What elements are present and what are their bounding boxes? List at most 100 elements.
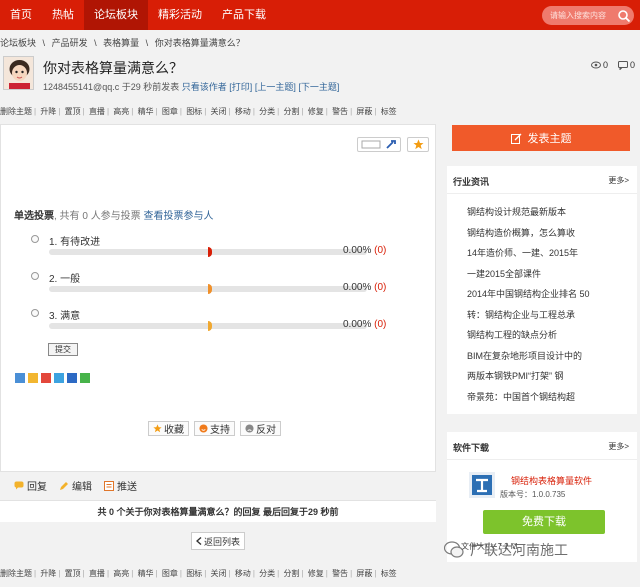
mod-live[interactable]: 直播 — [89, 107, 105, 116]
share-weibo-icon[interactable] — [41, 373, 51, 383]
more-link[interactable]: 更多> — [608, 175, 629, 186]
news-item[interactable]: 钢结构造价概算，怎么算收 — [447, 223, 637, 244]
nav-hot[interactable]: 热帖 — [42, 0, 84, 30]
admin-tools-button[interactable] — [357, 137, 401, 152]
crumb-forum[interactable]: 论坛板块 — [0, 38, 36, 48]
mod-delete[interactable]: 删除主题 — [0, 569, 32, 578]
mod-category[interactable]: 分类 — [259, 569, 275, 578]
favorite-star-button[interactable] — [407, 137, 429, 152]
view-voters-link[interactable]: 查看投票参与人 — [143, 211, 213, 222]
mod-split[interactable]: 分割 — [283, 107, 299, 116]
mod-close[interactable]: 关闭 — [211, 107, 227, 116]
favorite-button[interactable]: 收藏 — [148, 421, 189, 436]
mod-sticky[interactable]: 置顶 — [65, 107, 81, 116]
news-item[interactable]: 帝景苑：中国首个钢结构超 — [447, 387, 637, 408]
poll-radio[interactable] — [31, 309, 39, 317]
edit-label: 编辑 — [72, 482, 92, 493]
more-link[interactable]: 更多> — [608, 441, 629, 452]
compose-icon — [510, 133, 521, 144]
mod-icon[interactable]: 图标 — [186, 569, 202, 578]
mod-icon[interactable]: 图标 — [186, 107, 202, 116]
reply-link[interactable]: 回复 — [14, 478, 47, 493]
search-icon[interactable] — [617, 9, 631, 23]
news-item[interactable]: 一建2015全部课件 — [447, 264, 637, 285]
poll-pct-text: 0.00% — [343, 282, 372, 293]
mod-sep: | — [374, 569, 377, 578]
mod-bump[interactable]: 升降 — [40, 569, 56, 578]
mod-sep: | — [301, 569, 304, 578]
reply-label: 回复 — [27, 482, 47, 493]
publish-thread-button[interactable]: 发表主题 — [452, 125, 630, 151]
next-thread-link[interactable]: [下一主题] — [298, 82, 339, 92]
nav-forum[interactable]: 论坛板块 — [84, 0, 148, 30]
edit-link[interactable]: 编辑 — [59, 478, 92, 493]
nav-events[interactable]: 精彩活动 — [148, 0, 212, 30]
mod-digest[interactable]: 精华 — [138, 569, 154, 578]
mod-repair[interactable]: 修复 — [308, 107, 324, 116]
poll-count: 0 — [82, 211, 88, 222]
mod-live[interactable]: 直播 — [89, 569, 105, 578]
mod-repair[interactable]: 修复 — [308, 569, 324, 578]
mod-category[interactable]: 分类 — [259, 107, 275, 116]
share-renren-icon[interactable] — [67, 373, 77, 383]
mod-bump[interactable]: 升降 — [40, 107, 56, 116]
news-item[interactable]: 两版本钢铁PMI“打架” 钢 — [447, 366, 637, 387]
poll-radio[interactable] — [31, 235, 39, 243]
share-more-icon[interactable] — [15, 373, 25, 383]
crumb-rnd[interactable]: 产品研发 — [52, 38, 88, 48]
back-to-list-button[interactable]: 返回列表 — [191, 532, 245, 550]
search-input[interactable]: 请输入搜索内容 — [542, 10, 617, 21]
poll-option: 2. 一般 0.00% (0) — [31, 270, 391, 302]
mod-sep: | — [277, 569, 280, 578]
author-name[interactable]: 1248455141@qq.c — [43, 82, 119, 92]
mod-move[interactable]: 移动 — [235, 107, 251, 116]
share-qzone-icon[interactable] — [28, 373, 38, 383]
pencil-icon — [60, 481, 68, 490]
post-tools — [357, 137, 429, 152]
poll-pct-text: 0.00% — [343, 319, 372, 330]
print-link[interactable]: [打印] — [229, 82, 252, 92]
oppose-button[interactable]: 反对 — [240, 421, 281, 436]
panel-header: 行业资讯 更多> — [447, 166, 637, 194]
share-tencent-icon[interactable] — [54, 373, 64, 383]
news-item[interactable]: 钢结构工程的缺点分析 — [447, 325, 637, 346]
replies-stat: 0 — [617, 60, 635, 70]
news-item[interactable]: BIM在复杂地形项目设计中的 — [447, 346, 637, 367]
search-box[interactable]: 请输入搜索内容 — [542, 6, 634, 25]
mod-digest[interactable]: 精华 — [138, 107, 154, 116]
mod-stamp[interactable]: 图章 — [162, 107, 178, 116]
news-item[interactable]: 钢结构设计规范最新版本 — [447, 202, 637, 223]
avatar[interactable] — [3, 56, 34, 90]
crumb-board[interactable]: 表格算量 — [103, 38, 139, 48]
mod-warn[interactable]: 警告 — [332, 569, 348, 578]
mod-highlight[interactable]: 高亮 — [113, 107, 129, 116]
nav-home[interactable]: 首页 — [0, 0, 42, 30]
mod-warn[interactable]: 警告 — [332, 107, 348, 116]
news-item[interactable]: 2014年中国钢结构企业排名 50 — [447, 284, 637, 305]
mod-move[interactable]: 移动 — [235, 569, 251, 578]
mod-sep: | — [58, 107, 61, 116]
poll-radio[interactable] — [31, 272, 39, 280]
views-stat: 0 — [590, 60, 608, 70]
mod-split[interactable]: 分割 — [283, 569, 299, 578]
push-link[interactable]: 推送 — [104, 478, 137, 493]
nav-download[interactable]: 产品下载 — [212, 0, 276, 30]
author-only-link[interactable]: 只看该作者 — [182, 82, 227, 92]
mod-close[interactable]: 关闭 — [211, 569, 227, 578]
prev-thread-link[interactable]: [上一主题] — [255, 82, 296, 92]
news-item[interactable]: 14年造价师、一建、2015年 — [447, 243, 637, 264]
mod-block[interactable]: 屏蔽 — [356, 569, 372, 578]
mod-tag[interactable]: 标签 — [381, 107, 397, 116]
mod-highlight[interactable]: 高亮 — [113, 569, 129, 578]
mod-tag[interactable]: 标签 — [381, 569, 397, 578]
share-wechat-icon[interactable] — [80, 373, 90, 383]
mod-stamp[interactable]: 图章 — [162, 569, 178, 578]
software-name[interactable]: 钢结构表格算量软件 — [511, 474, 592, 487]
news-item[interactable]: 转：钢结构企业与工程总承 — [447, 305, 637, 326]
mod-sticky[interactable]: 置顶 — [65, 569, 81, 578]
vote-submit-button[interactable]: 提交 — [48, 343, 78, 356]
mod-block[interactable]: 屏蔽 — [356, 107, 372, 116]
free-download-button[interactable]: 免费下载 — [483, 510, 605, 534]
mod-delete[interactable]: 删除主题 — [0, 107, 32, 116]
support-button[interactable]: 支持 — [194, 421, 235, 436]
